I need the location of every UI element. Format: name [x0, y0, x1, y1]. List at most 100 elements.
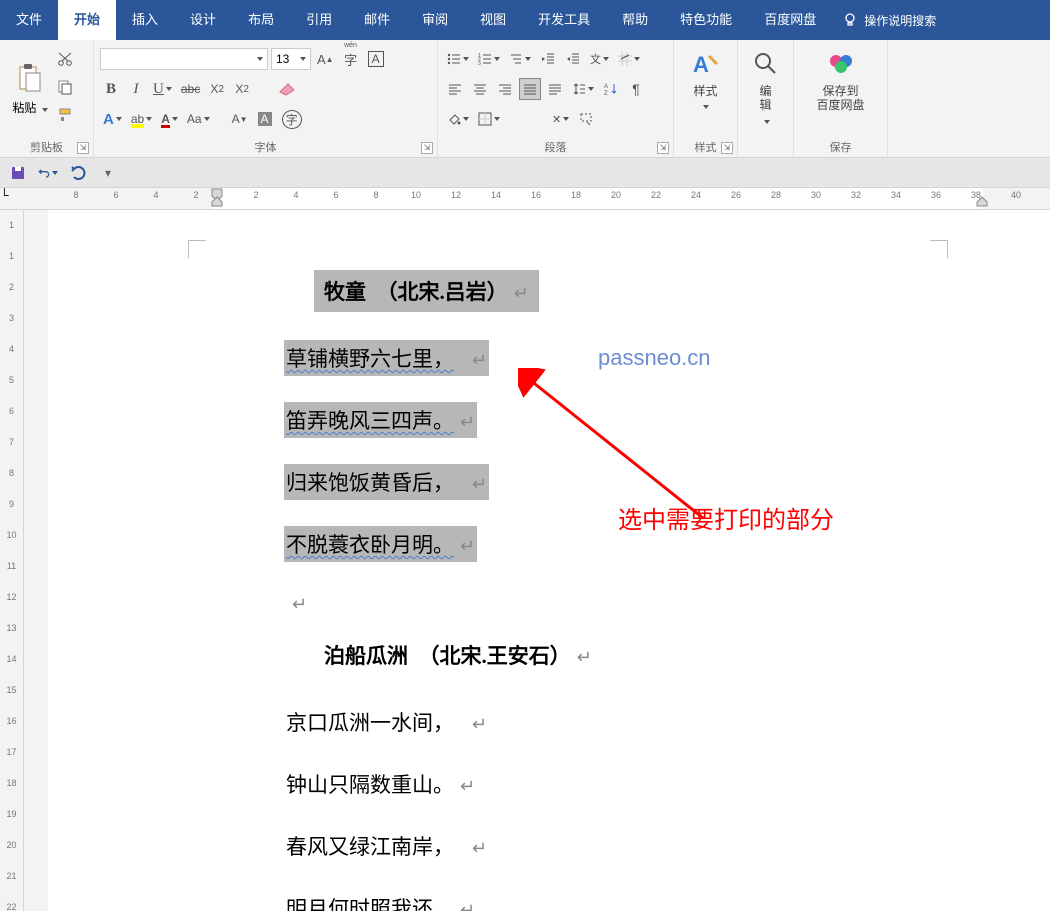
styles-button[interactable]: A 样式: [680, 44, 731, 117]
text-direction-button[interactable]: 文: [587, 48, 612, 70]
poem2-line2[interactable]: 钟山只隔数重山。↵: [284, 766, 477, 802]
numbering-button[interactable]: 123: [475, 48, 503, 70]
numbering-icon: 123: [478, 52, 492, 66]
poem2-title[interactable]: 泊船瓜洲 （北宋.王安石）↵: [314, 634, 602, 676]
poem1-line3[interactable]: 归来饱饭黄昏后，↵: [284, 464, 489, 500]
highlight-button[interactable]: ab: [128, 108, 155, 130]
save-button[interactable]: [8, 163, 28, 183]
save-to-baidu-button[interactable]: 保存到 百度网盘: [800, 44, 881, 117]
redo-button[interactable]: [68, 163, 88, 183]
tab-layout[interactable]: 布局: [232, 0, 290, 40]
undo-icon: [38, 165, 50, 181]
paste-button[interactable]: 粘贴: [6, 44, 54, 134]
font-launcher[interactable]: ⇲: [421, 142, 433, 154]
paragraph-mark-icon: ↵: [460, 412, 475, 432]
font-color-button[interactable]: A: [158, 108, 181, 130]
font-name-combo[interactable]: [100, 48, 268, 70]
align-justify-button[interactable]: [519, 78, 541, 100]
tab-help[interactable]: 帮助: [606, 0, 664, 40]
decrease-indent-button[interactable]: [537, 48, 559, 70]
bold-button[interactable]: B: [100, 78, 122, 100]
redo-icon: [70, 165, 86, 181]
character-shading-button[interactable]: A: [254, 108, 276, 130]
asian-layout-button[interactable]: ✕: [549, 108, 572, 130]
clear-formatting-button[interactable]: [275, 78, 299, 100]
edit-button[interactable]: 编辑: [744, 44, 787, 131]
tab-references[interactable]: 引用: [290, 0, 348, 40]
paragraph-launcher[interactable]: ⇲: [657, 142, 669, 154]
select-objects-button[interactable]: [575, 108, 597, 130]
ruler-number: 32: [851, 190, 861, 200]
align-distributed-button[interactable]: [544, 78, 566, 100]
tab-design[interactable]: 设计: [174, 0, 232, 40]
ruler-corner[interactable]: └: [0, 188, 24, 209]
empty-paragraph[interactable]: ↵: [284, 588, 309, 608]
tab-developer[interactable]: 开发工具: [522, 0, 606, 40]
align-center-button[interactable]: [469, 78, 491, 100]
poem2-line4[interactable]: 明月何时照我还。↵: [284, 890, 477, 911]
underline-button[interactable]: U: [150, 78, 175, 100]
qat-customize[interactable]: ▾: [98, 163, 118, 183]
grow-font-button[interactable]: A▲: [314, 48, 337, 70]
italic-button[interactable]: I: [125, 78, 147, 100]
sort-button[interactable]: AZ: [600, 78, 622, 100]
ruler-number: 12: [6, 592, 16, 602]
poem2-line3[interactable]: 春风又绿江南岸，↵: [284, 828, 489, 864]
tab-review[interactable]: 审阅: [406, 0, 464, 40]
copy-button[interactable]: [54, 76, 76, 98]
tab-file[interactable]: 文件: [0, 0, 58, 40]
tab-view[interactable]: 视图: [464, 0, 522, 40]
document-canvas[interactable]: 牧童 （北宋.吕岩）↵ 草铺横野六七里，↵ 笛弄晚风三四声。↵ 归来饱饭黄昏后，…: [48, 210, 1050, 911]
group-edit: 编辑: [738, 40, 794, 157]
page-margin-top-left: [188, 240, 206, 258]
align-right-button[interactable]: [494, 78, 516, 100]
styles-launcher[interactable]: ⇲: [721, 142, 733, 154]
change-case-button[interactable]: Aa: [184, 108, 213, 130]
ruler-number: 21: [6, 871, 16, 881]
tab-mail[interactable]: 邮件: [348, 0, 406, 40]
document-content[interactable]: 牧童 （北宋.吕岩）↵ 草铺横野六七里，↵ 笛弄晚风三四声。↵ 归来饱饭黄昏后，…: [284, 270, 602, 911]
font-size-combo[interactable]: 13: [271, 48, 311, 70]
align-left-button[interactable]: [444, 78, 466, 100]
multilevel-list-button[interactable]: [506, 48, 534, 70]
tab-insert[interactable]: 插入: [116, 0, 174, 40]
phonetic-guide-button[interactable]: 字wén: [340, 48, 362, 70]
clipboard-launcher[interactable]: ⇲: [77, 142, 89, 154]
poem1-title[interactable]: 牧童 （北宋.吕岩）↵: [314, 270, 539, 312]
tab-special[interactable]: 特色功能: [664, 0, 748, 40]
shrink-font-button[interactable]: A▼: [229, 108, 251, 130]
text-effects-button[interactable]: A: [100, 108, 125, 130]
svg-text:A: A: [604, 84, 608, 90]
subscript-button[interactable]: X2: [206, 78, 228, 100]
line-spacing-button[interactable]: [569, 78, 597, 100]
copy-icon: [57, 79, 73, 95]
bullets-button[interactable]: [444, 48, 472, 70]
horizontal-ruler[interactable]: 8642246810121416182022242628303234363840…: [48, 188, 1050, 209]
vertical-ruler[interactable]: 112345678910111213141516171819202122: [0, 210, 24, 911]
undo-button[interactable]: [38, 163, 58, 183]
paragraph-mark-icon: ↵: [514, 283, 529, 303]
editor-area: └ 86422468101214161820222426283032343638…: [0, 188, 1050, 911]
show-hide-marks-button[interactable]: ¶: [625, 78, 647, 100]
borders-button[interactable]: [475, 108, 503, 130]
tell-me-search[interactable]: 操作说明搜索: [842, 12, 936, 29]
align-right-icon: [498, 82, 512, 96]
group-clipboard: 粘贴 剪贴板 ⇲: [0, 40, 94, 157]
tab-baidu-disk[interactable]: 百度网盘: [748, 0, 832, 40]
eraser-icon: [278, 82, 296, 96]
ruler-number: 2: [9, 282, 14, 292]
poem1-line4[interactable]: 不脱蓑衣卧月明。↵: [284, 526, 477, 562]
enclose-character-button[interactable]: 字: [279, 108, 305, 130]
shading-button[interactable]: [444, 108, 472, 130]
snap-to-grid-button[interactable]: [615, 48, 643, 70]
format-painter-button[interactable]: [54, 104, 76, 126]
character-border-button[interactable]: A: [365, 48, 387, 70]
increase-indent-button[interactable]: [562, 48, 584, 70]
cut-button[interactable]: [54, 48, 76, 70]
superscript-button[interactable]: X2: [231, 78, 253, 100]
poem1-line1[interactable]: 草铺横野六七里，↵: [284, 340, 489, 376]
poem2-line1[interactable]: 京口瓜洲一水间，↵: [284, 704, 489, 740]
tab-home[interactable]: 开始: [58, 0, 116, 40]
strikethrough-button[interactable]: abc: [178, 78, 203, 100]
poem1-line2[interactable]: 笛弄晚风三四声。↵: [284, 402, 477, 438]
